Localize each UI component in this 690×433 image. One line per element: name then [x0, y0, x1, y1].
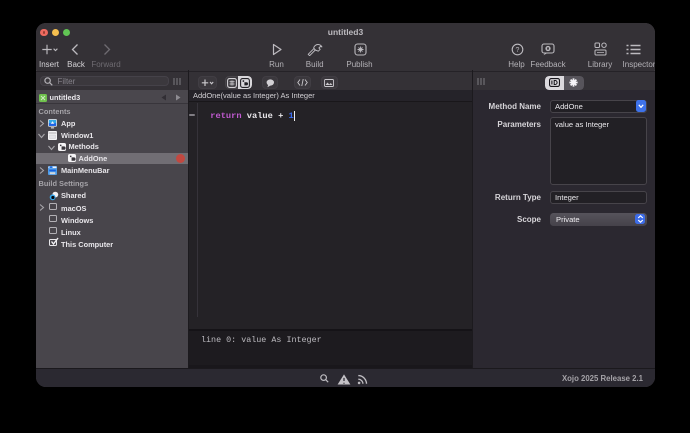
svg-text:?: ? [515, 47, 519, 54]
